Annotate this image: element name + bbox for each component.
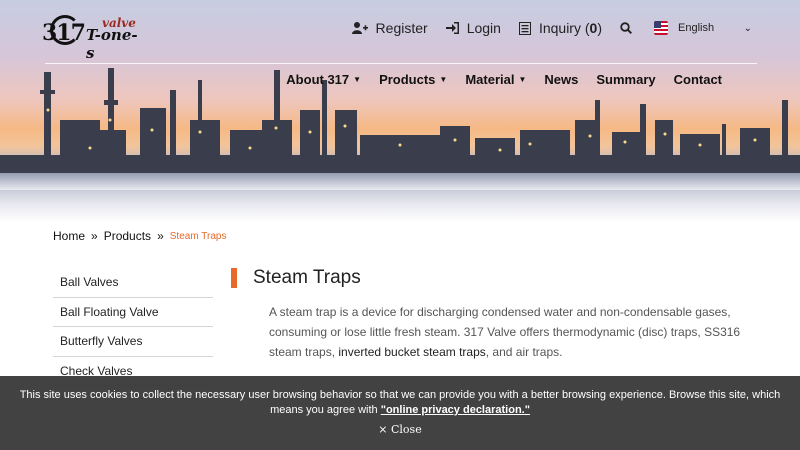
- logo-number: 317: [42, 20, 86, 46]
- nav-news[interactable]: News: [544, 72, 578, 87]
- caret-down-icon: ▼: [518, 75, 527, 84]
- nav-contact[interactable]: Contact: [674, 72, 722, 87]
- caret-down-icon: ▼: [439, 75, 448, 84]
- nav-material[interactable]: Material ▼: [465, 72, 526, 87]
- breadcrumb: Home » Products » Steam Traps: [53, 229, 226, 243]
- inquiry-link[interactable]: Inquiry (0): [518, 20, 602, 36]
- inverted-bucket-link[interactable]: inverted bucket steam traps: [338, 345, 485, 359]
- site-logo[interactable]: 317 valve T-one-s: [42, 14, 142, 62]
- add-user-icon: [351, 22, 368, 34]
- caret-down-icon: ▼: [353, 75, 362, 84]
- breadcrumb-products[interactable]: Products: [104, 229, 151, 243]
- nav-products-label: Products: [379, 72, 436, 87]
- product-description: A steam trap is a device for discharging…: [269, 302, 759, 362]
- us-flag-icon: [654, 21, 668, 35]
- nav-material-label: Material: [465, 72, 515, 87]
- register-label: Register: [375, 20, 428, 36]
- login-label: Login: [466, 20, 501, 36]
- search-button[interactable]: [620, 22, 640, 34]
- nav-news-label: News: [544, 72, 579, 87]
- register-link[interactable]: Register: [351, 20, 428, 36]
- login-link[interactable]: Login: [445, 20, 501, 36]
- logo-tones-text: T-one-s: [86, 26, 138, 62]
- page-title-text: Steam Traps: [253, 267, 361, 288]
- header-divider: [45, 63, 757, 64]
- category-sidebar: Ball Valves Ball Floating Valve Butterfl…: [53, 268, 213, 386]
- hero-banner: 317 valve T-one-s Register Login Inquiry…: [0, 0, 800, 222]
- sidebar-item-butterfly-valves[interactable]: Butterfly Valves: [53, 327, 213, 357]
- cookie-banner: This site uses cookies to collect the ne…: [0, 376, 800, 450]
- nav-contact-label: Contact: [673, 72, 722, 87]
- description-text-2: , and air traps.: [485, 345, 563, 359]
- inquiry-label: Inquiry (: [538, 20, 590, 36]
- sidebar-item-ball-valves[interactable]: Ball Valves: [53, 268, 213, 298]
- sidebar-item-ball-floating-valve[interactable]: Ball Floating Valve: [53, 298, 213, 327]
- breadcrumb-home[interactable]: Home: [53, 229, 85, 243]
- chevron-down-icon: ⌄: [743, 22, 752, 34]
- language-select[interactable]: English ⌄: [654, 21, 752, 35]
- top-utility-bar: Register Login Inquiry (0) English ⌄: [334, 20, 752, 36]
- double-chevron-icon: »: [91, 229, 98, 243]
- nav-summary-label: Summary: [596, 72, 656, 87]
- sign-in-icon: [445, 22, 459, 34]
- search-icon: [620, 22, 632, 34]
- language-label: English: [678, 22, 715, 34]
- privacy-declaration-link[interactable]: "online privacy declaration.": [381, 404, 530, 416]
- list-icon: [518, 21, 531, 35]
- cookie-message: This site uses cookies to collect the ne…: [10, 388, 790, 418]
- title-accent-bar: [231, 268, 237, 288]
- double-chevron-icon: »: [157, 229, 164, 243]
- page-title: Steam Traps: [231, 267, 361, 289]
- inquiry-count: 0: [589, 20, 598, 36]
- cookie-close-button[interactable]: × Close: [0, 423, 800, 436]
- nav-about-label: About 317: [286, 72, 350, 87]
- breadcrumb-current: Steam Traps: [169, 230, 227, 242]
- main-navigation: About 317 ▼ Products ▼ Material ▼ News Summ…: [268, 72, 722, 87]
- nav-summary[interactable]: Summary: [596, 72, 655, 87]
- inquiry-close-paren: ): [597, 20, 602, 36]
- nav-about[interactable]: About 317 ▼: [286, 72, 361, 87]
- nav-products[interactable]: Products ▼: [379, 72, 447, 87]
